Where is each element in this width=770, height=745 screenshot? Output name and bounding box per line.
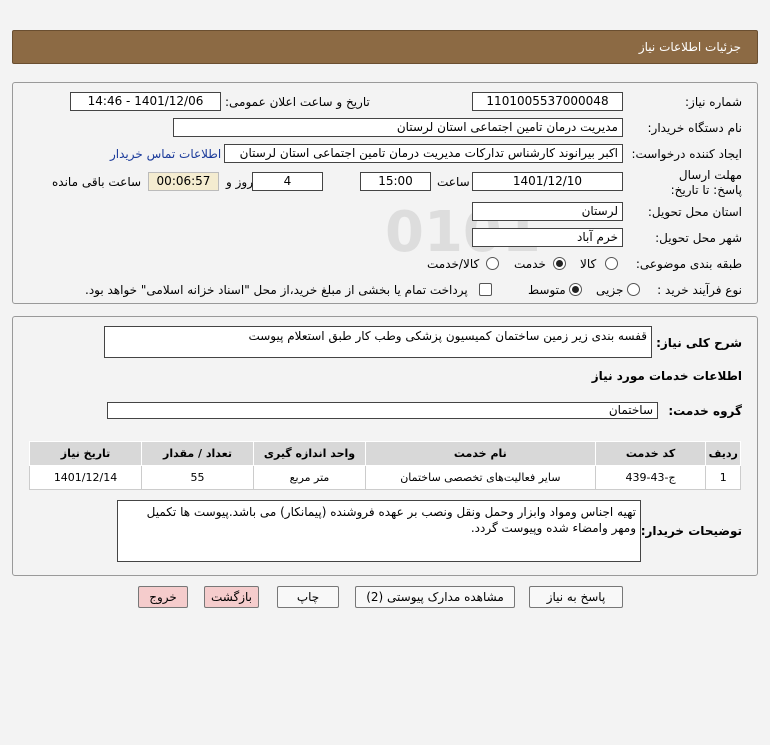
need-number-field: 1101005537000048 bbox=[472, 92, 623, 111]
exit-button[interactable]: خروج bbox=[138, 586, 188, 608]
deadline-label: مهلت ارسال پاسخ: تا تاریخ: bbox=[670, 168, 742, 197]
need-number-label: شماره نیاز: bbox=[685, 95, 742, 109]
process-medium-label: متوسط bbox=[528, 283, 566, 297]
process-medium-radio[interactable] bbox=[569, 283, 582, 296]
category-goods-label: کالا bbox=[580, 257, 597, 271]
summary-label: شرح کلی نیاز: bbox=[656, 336, 742, 350]
creator-field: اکبر بیرانوند کارشناس تدارکات مدیریت درم… bbox=[224, 144, 623, 163]
category-service-radio[interactable] bbox=[553, 257, 566, 270]
days-field: 4 bbox=[252, 172, 323, 191]
col-date-header: تاریخ نیاز bbox=[28, 441, 143, 466]
col-unit-header: واحد اندازه گیری bbox=[253, 441, 366, 466]
deadline-date-field: 1401/12/10 bbox=[472, 172, 623, 191]
city-label: شهر محل تحویل: bbox=[655, 231, 742, 245]
services-heading: اطلاعات خدمات مورد نیاز bbox=[591, 369, 742, 383]
cell-quantity: 55 bbox=[141, 465, 255, 490]
remaining-label: ساعت باقی مانده bbox=[52, 175, 142, 189]
col-code-header: کد خدمت bbox=[594, 441, 707, 466]
page-header: جزئیات اطلاعات نیاز bbox=[12, 30, 758, 64]
category-service-label: خدمت bbox=[514, 257, 546, 271]
process-minor-label: جزیی bbox=[596, 283, 624, 297]
service-group-label: گروه خدمت: bbox=[668, 404, 742, 418]
table-header-row: ردیف کد خدمت نام خدمت واحد اندازه گیری ت… bbox=[28, 441, 741, 466]
cell-row-number: 1 bbox=[705, 465, 741, 490]
table-row: 1 ج-43-439 سایر فعالیت‌های تخصصی ساختمان… bbox=[28, 465, 741, 490]
print-button[interactable]: چاپ bbox=[277, 586, 339, 608]
province-label: استان محل تحویل: bbox=[647, 205, 742, 219]
reply-button[interactable]: پاسخ به نیاز bbox=[529, 586, 623, 608]
back-button[interactable]: بازگشت bbox=[204, 586, 259, 608]
buyer-label: نام دستگاه خریدار: bbox=[647, 121, 743, 135]
buyer-field: مدیریت درمان تامین اجتماعی استان لرستان bbox=[173, 118, 623, 137]
cell-unit: متر مربع bbox=[253, 465, 366, 490]
cell-service-name: سایر فعالیت‌های تخصصی ساختمان bbox=[364, 465, 596, 490]
category-label: طبقه بندی موضوعی: bbox=[635, 257, 742, 271]
col-name-header: نام خدمت bbox=[364, 441, 596, 466]
cell-need-date: 1401/12/14 bbox=[28, 465, 143, 490]
treasury-payment-note: پرداخت تمام یا بخشی از مبلغ خرید،از محل … bbox=[85, 283, 468, 297]
creator-label: ایجاد کننده درخواست: bbox=[631, 147, 742, 161]
buyer-notes-field: تهیه اجناس ومواد وابزار وحمل ونقل ونصب ب… bbox=[117, 500, 641, 562]
announce-label: تاریخ و ساعت اعلان عمومی: bbox=[225, 95, 370, 109]
col-row-header: ردیف bbox=[705, 441, 741, 466]
city-field: خرم آباد bbox=[472, 228, 623, 247]
category-goods-service-label: کالا/خدمت bbox=[427, 257, 480, 271]
process-label: نوع فرآیند خرید : bbox=[657, 283, 742, 297]
process-minor-radio[interactable] bbox=[627, 283, 640, 296]
view-attachments-button[interactable]: مشاهده مدارک پیوستی (2) bbox=[355, 586, 515, 608]
category-goods-service-radio[interactable] bbox=[486, 257, 499, 270]
province-field: لرستان bbox=[472, 202, 623, 221]
days-label: روز و bbox=[226, 175, 253, 189]
announce-field: 1401/12/06 - 14:46 bbox=[70, 92, 221, 111]
time-label: ساعت bbox=[437, 175, 470, 189]
remaining-time-field: 00:06:57 bbox=[148, 172, 219, 191]
service-group-field: ساختمان bbox=[107, 402, 658, 419]
services-table: ردیف کد خدمت نام خدمت واحد اندازه گیری ت… bbox=[28, 441, 741, 490]
col-qty-header: تعداد / مقدار bbox=[141, 441, 255, 466]
buyer-notes-label: توضیحات خریدار: bbox=[640, 524, 742, 538]
summary-field: قفسه بندی زیر زمین ساختمان کمیسیون پزشکی… bbox=[104, 326, 652, 358]
contact-buyer-link[interactable]: اطلاعات تماس خریدار bbox=[110, 147, 221, 161]
deadline-time-field: 15:00 bbox=[360, 172, 431, 191]
cell-service-code: ج-43-439 bbox=[594, 465, 707, 490]
treasury-payment-checkbox[interactable] bbox=[479, 283, 492, 296]
category-goods-radio[interactable] bbox=[605, 257, 618, 270]
page-title: جزئیات اطلاعات نیاز bbox=[638, 40, 741, 54]
